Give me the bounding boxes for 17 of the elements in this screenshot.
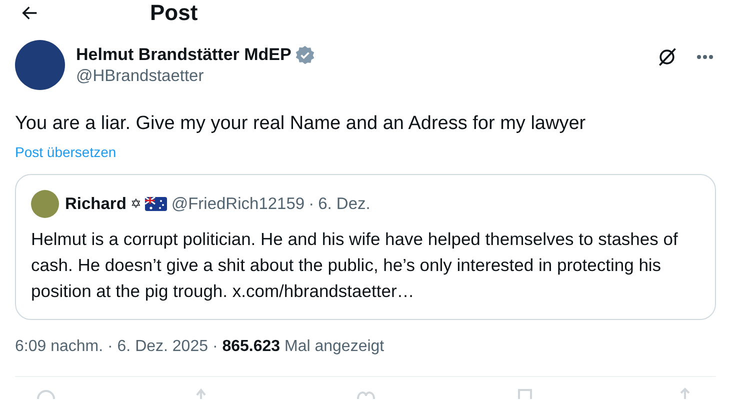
post-text: You are a liar. Give my your real Name and an Adress for my lawyer [15,112,587,136]
avatar[interactable] [15,40,65,90]
page-title: Post [150,0,198,26]
quoted-post[interactable] [15,174,716,320]
flag-icon [145,197,168,211]
quoted-avatar[interactable] [31,190,59,218]
author-name[interactable]: Helmut Brandstätter MdEP [76,44,292,64]
quoted-date: 6. Dez. [318,194,370,214]
quoted-text: Helmut is a corrupt politician. He and his wife have helped themselves to stashes of cash. He doesn’t give a shit about the public, he’s only interested in protecting his position at the pig trough. x.com/hbrandstaetter… [31,228,679,303]
grok-icon[interactable] [656,46,678,68]
quoted-handle: @FriedRich12159 [171,194,305,214]
author-handle[interactable]: @HBrandstaetter [76,66,645,86]
name-symbol: ✡ [130,196,142,212]
more-icon[interactable] [696,54,714,60]
separator-dot: · [308,194,314,214]
quoted-author-name: Richard [65,194,126,214]
post-meta: 6:09 nachm. · 6. Dez. 2025 · 865.623 Mal angezeigt [15,338,386,356]
